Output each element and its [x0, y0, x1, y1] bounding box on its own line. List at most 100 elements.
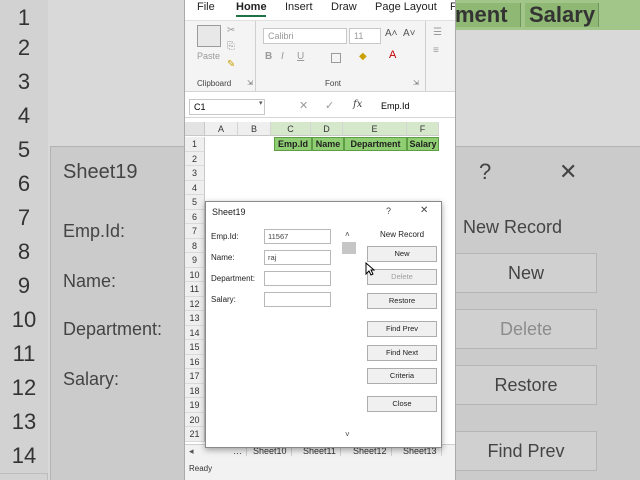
- department-field[interactable]: [264, 271, 331, 286]
- font-name-select[interactable]: Calibri: [263, 28, 347, 44]
- bg-record-label: New Record: [463, 217, 563, 237]
- scroll-down-icon[interactable]: ˅: [345, 430, 350, 439]
- bg-row-number: 2: [0, 30, 48, 66]
- align-left-icon[interactable]: ≡: [433, 45, 439, 56]
- row-header[interactable]: 8: [185, 238, 205, 253]
- row-header[interactable]: 3: [185, 166, 205, 181]
- font-size-select[interactable]: 11: [349, 28, 381, 44]
- header-cell-emp-id[interactable]: Emp.Id: [274, 137, 312, 151]
- criteria-button[interactable]: Criteria: [367, 368, 437, 384]
- bg-header-cell: Salary: [525, 3, 599, 27]
- borders-icon[interactable]: [331, 53, 341, 63]
- row-header[interactable]: 17: [185, 369, 205, 384]
- name-box[interactable]: C1: [189, 99, 265, 115]
- copy-icon[interactable]: ⎘: [227, 41, 235, 52]
- close-icon[interactable]: ✕: [420, 205, 428, 216]
- status-text: Ready: [189, 464, 213, 473]
- bold-button[interactable]: B: [265, 51, 272, 62]
- row-header[interactable]: 14: [185, 325, 205, 340]
- row-header[interactable]: 4: [185, 180, 205, 195]
- row-header[interactable]: 15: [185, 340, 205, 355]
- row-header[interactable]: 2: [185, 151, 205, 166]
- ribbon-divider: [425, 21, 426, 91]
- select-all-corner[interactable]: [185, 122, 205, 136]
- bg-row-number: 13: [0, 404, 48, 440]
- cut-icon[interactable]: ✂: [227, 25, 235, 36]
- row-header[interactable]: 5: [185, 195, 205, 210]
- bg-row-number: 10: [0, 302, 48, 338]
- emp-id-field[interactable]: 11567: [264, 229, 331, 244]
- insert-function-icon[interactable]: fx: [353, 99, 362, 110]
- column-header[interactable]: E: [343, 122, 407, 136]
- column-header[interactable]: F: [407, 122, 439, 136]
- underline-button[interactable]: U: [297, 51, 304, 62]
- row-header[interactable]: 13: [185, 311, 205, 326]
- row-header[interactable]: 9: [185, 253, 205, 268]
- new-button[interactable]: New: [367, 246, 437, 262]
- row-header[interactable]: 1: [185, 137, 205, 152]
- row-header[interactable]: 7: [185, 224, 205, 239]
- column-header[interactable]: A: [205, 122, 238, 136]
- shrink-font-icon[interactable]: A˅: [403, 28, 416, 39]
- restore-button[interactable]: Restore: [367, 293, 437, 309]
- italic-button[interactable]: I: [281, 51, 284, 62]
- row-header[interactable]: 10: [185, 267, 205, 282]
- grow-font-icon[interactable]: A˄: [385, 28, 398, 39]
- scroll-up-icon[interactable]: ˄: [345, 230, 350, 239]
- font-color-icon[interactable]: A: [389, 49, 396, 61]
- bg-row-number: 14: [0, 438, 48, 474]
- formula-input[interactable]: Emp.Id: [377, 99, 455, 115]
- font-group-label: Font: [325, 79, 342, 88]
- paste-icon[interactable]: [197, 25, 221, 47]
- confirm-entry-icon[interactable]: ✓: [325, 99, 334, 112]
- row-header[interactable]: 16: [185, 354, 205, 369]
- bg-label: Department:: [63, 319, 163, 339]
- format-painter-icon[interactable]: ✎: [227, 59, 235, 70]
- row-header[interactable]: 6: [185, 209, 205, 224]
- salary-field[interactable]: [264, 292, 331, 307]
- header-cell-department[interactable]: Department: [344, 137, 407, 151]
- fill-color-icon[interactable]: ◆: [359, 51, 367, 62]
- row-header[interactable]: 11: [185, 282, 205, 297]
- scroll-tabs-left-icon[interactable]: ◂: [189, 446, 194, 457]
- record-indicator: New Record: [380, 230, 425, 239]
- column-header[interactable]: C: [271, 122, 311, 136]
- paste-label[interactable]: Paste: [197, 51, 220, 61]
- row-header[interactable]: 19: [185, 398, 205, 413]
- bg-label: Name:: [63, 271, 117, 291]
- menu-file[interactable]: File: [197, 1, 215, 13]
- find-prev-button[interactable]: Find Prev: [367, 321, 437, 337]
- help-icon[interactable]: ?: [386, 206, 391, 216]
- field-label-salary: Salary:: [211, 295, 236, 304]
- menu-home[interactable]: Home: [236, 1, 267, 13]
- row-header[interactable]: 21: [185, 427, 205, 442]
- menu-page-layout[interactable]: Page Layout: [375, 1, 437, 13]
- row-header[interactable]: 18: [185, 383, 205, 398]
- cancel-entry-icon[interactable]: ✕: [299, 99, 308, 112]
- ribbon: Paste ✂ ⎘ ✎ Clipboard ⇲ Calibri 11 A˄ A˅…: [185, 20, 455, 92]
- bg-help-icon: ?: [479, 159, 492, 184]
- record-scrollbar[interactable]: ˄ ˅: [342, 230, 356, 442]
- name-field[interactable]: raj: [264, 250, 331, 265]
- column-header[interactable]: B: [238, 122, 271, 136]
- header-cell-salary[interactable]: Salary: [407, 137, 439, 151]
- menu-insert[interactable]: Insert: [285, 1, 313, 13]
- data-form-dialog: Sheet19 ? ✕ Emp.Id: 11567 Name: raj Depa…: [205, 201, 442, 448]
- find-next-button[interactable]: Find Next: [367, 345, 437, 361]
- clipboard-launcher-icon[interactable]: ⇲: [247, 79, 253, 87]
- menu-formulas[interactable]: F: [450, 1, 455, 13]
- align-icon[interactable]: ☰: [433, 27, 442, 38]
- bg-header-row: ment Salary: [455, 0, 640, 30]
- bg-dialog-title: Sheet19: [63, 161, 138, 183]
- delete-button[interactable]: Delete: [367, 269, 437, 285]
- row-header[interactable]: 12: [185, 296, 205, 311]
- close-button[interactable]: Close: [367, 396, 437, 412]
- row-header[interactable]: 20: [185, 412, 205, 427]
- name-box-dropdown-icon[interactable]: ▾: [259, 99, 263, 107]
- font-launcher-icon[interactable]: ⇲: [413, 79, 419, 87]
- menu-draw[interactable]: Draw: [331, 1, 357, 13]
- scroll-thumb[interactable]: [342, 242, 356, 254]
- column-header[interactable]: D: [311, 122, 343, 136]
- bg-new-button: New: [455, 253, 597, 293]
- header-cell-name[interactable]: Name: [312, 137, 344, 151]
